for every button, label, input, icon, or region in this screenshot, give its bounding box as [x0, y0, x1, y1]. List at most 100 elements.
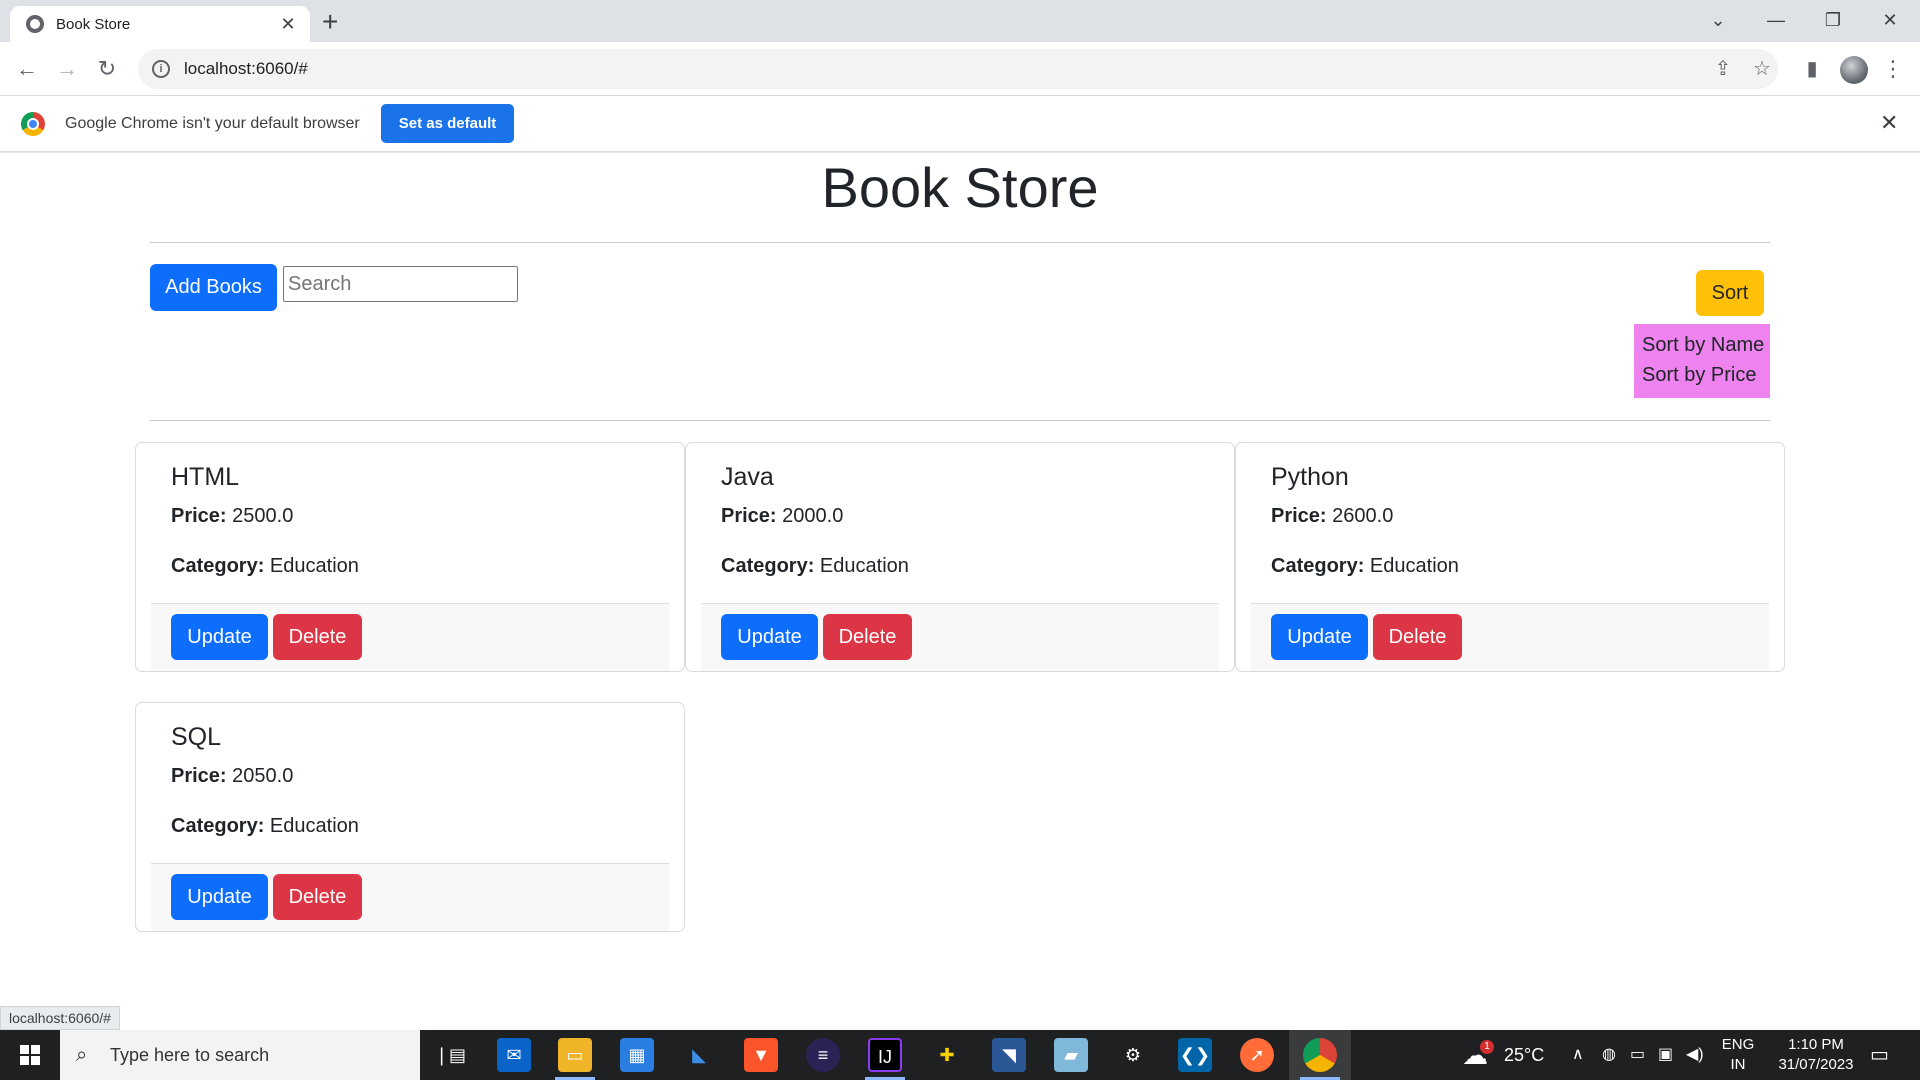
settings-gear-icon[interactable]: ⚙	[1116, 1038, 1150, 1072]
book-name: Python	[1271, 463, 1349, 491]
update-button[interactable]: Update	[171, 874, 268, 920]
search-input[interactable]: Search	[283, 266, 518, 302]
update-button[interactable]: Update	[1271, 614, 1368, 660]
book-card: HTML Price: 2500.0 Category: Education U…	[135, 442, 685, 672]
chrome-taskbar-icon[interactable]	[1303, 1038, 1337, 1072]
book-category: Category: Education	[171, 555, 359, 578]
installer-icon[interactable]: ✚	[930, 1038, 964, 1072]
close-window-button[interactable]: ✕	[1865, 0, 1915, 42]
bottom-divider	[150, 420, 1770, 421]
book-price: Price: 2600.0	[1271, 505, 1393, 528]
book-price: Price: 2000.0	[721, 505, 843, 528]
sort-button[interactable]: Sort	[1696, 270, 1764, 316]
eclipse-icon[interactable]: ≡	[806, 1038, 840, 1072]
start-button[interactable]	[0, 1030, 60, 1080]
notifications-icon[interactable]: ▭	[1870, 1030, 1889, 1080]
mysql-workbench-icon[interactable]: ◣	[682, 1038, 716, 1072]
book-price: Price: 2050.0	[171, 765, 293, 788]
card-footer: Update Delete	[151, 603, 669, 671]
chrome-logo-icon	[21, 112, 45, 136]
microsoft-store-icon[interactable]: ▦	[620, 1038, 654, 1072]
minimize-button[interactable]: —	[1751, 0, 1801, 42]
address-url: localhost:6060/#	[184, 59, 308, 78]
new-tab-button[interactable]: +	[322, 4, 338, 40]
taskbar-search-placeholder: Type here to search	[110, 1044, 270, 1065]
globe-icon	[26, 15, 44, 33]
notes-app-icon[interactable]: ▰	[1054, 1038, 1088, 1072]
add-books-button[interactable]: Add Books	[150, 264, 277, 311]
forward-arrow-icon[interactable]: →	[50, 52, 84, 86]
tab-close-icon[interactable]: ✕	[278, 14, 298, 35]
weather-cloud-icon[interactable]: ☁	[1462, 1030, 1488, 1080]
top-divider	[150, 242, 1770, 243]
taskbar-search-box[interactable]: ⌕ Type here to search	[60, 1030, 420, 1080]
share-icon[interactable]: ⇪	[1706, 52, 1740, 86]
weather-temperature[interactable]: 25°C	[1504, 1030, 1544, 1080]
delete-button[interactable]: Delete	[823, 614, 912, 660]
delete-button[interactable]: Delete	[273, 874, 362, 920]
mail-icon[interactable]: ✉	[497, 1038, 531, 1072]
brave-browser-icon[interactable]: ▼	[744, 1038, 778, 1072]
network-icon[interactable]: ▣	[1658, 1030, 1673, 1080]
show-hidden-icons-chevron-icon[interactable]: ∧	[1572, 1030, 1584, 1080]
price-value: 2600.0	[1332, 505, 1394, 527]
back-arrow-icon[interactable]: ←	[10, 52, 44, 86]
address-bar[interactable]: i localhost:6060/#	[138, 49, 1778, 89]
page-title: Book Store	[821, 156, 1099, 219]
book-name: SQL	[171, 723, 222, 751]
update-button[interactable]: Update	[171, 614, 268, 660]
bookmark-star-icon[interactable]: ☆	[1745, 52, 1779, 86]
tab-strip: Book Store ✕ + ⌄ — ❐ ✕	[0, 0, 1920, 42]
sort-by-name-option[interactable]: Sort by Name	[1642, 330, 1770, 360]
delete-button[interactable]: Delete	[1373, 614, 1462, 660]
sort-by-price-option[interactable]: Sort by Price	[1642, 360, 1770, 390]
tab-search-dropdown-icon[interactable]: ⌄	[1693, 0, 1743, 42]
infobar-message: Google Chrome isn't your default browser	[65, 115, 360, 132]
delete-button[interactable]: Delete	[273, 614, 362, 660]
price-label: Price:	[721, 505, 777, 527]
vscode-icon[interactable]: ❮❯	[1178, 1038, 1212, 1072]
tab-book-store[interactable]: Book Store ✕	[10, 6, 310, 42]
book-card: Java Price: 2000.0 Category: Education U…	[685, 442, 1235, 672]
site-info-icon[interactable]: i	[152, 60, 170, 78]
page-content: Book Store Add Books Search Sort Sort by…	[0, 153, 1920, 1030]
language-top[interactable]: ENG	[1718, 1036, 1758, 1053]
status-bar-url: localhost:6060/#	[0, 1006, 120, 1030]
battery-icon[interactable]: ▭	[1630, 1030, 1645, 1080]
windows-taskbar: ⌕ Type here to search ❘▤ ✉ ▭ ▦ ◣ ▼ ≡ IJ …	[0, 1030, 1920, 1080]
meet-now-icon[interactable]: ◍	[1602, 1030, 1616, 1080]
book-card: Python Price: 2600.0 Category: Education…	[1235, 442, 1785, 672]
clock-date[interactable]: 31/07/2023	[1762, 1056, 1870, 1073]
restore-button[interactable]: ❐	[1808, 0, 1858, 42]
update-button[interactable]: Update	[721, 614, 818, 660]
price-value: 2500.0	[232, 505, 294, 527]
postman-icon[interactable]: ➚	[1240, 1038, 1274, 1072]
task-view-icon[interactable]: ❘▤	[433, 1038, 467, 1072]
set-as-default-button[interactable]: Set as default	[381, 104, 514, 143]
side-panel-icon[interactable]: ▮	[1795, 52, 1829, 86]
profile-avatar[interactable]	[1840, 56, 1868, 84]
sql-server-icon[interactable]: ◥	[992, 1038, 1026, 1072]
category-value: Education	[269, 815, 359, 837]
category-value: Education	[819, 555, 909, 577]
price-value: 2050.0	[232, 765, 294, 787]
book-card: SQL Price: 2050.0 Category: Education Up…	[135, 702, 685, 932]
file-explorer-icon[interactable]: ▭	[558, 1038, 592, 1072]
price-label: Price:	[1271, 505, 1327, 527]
reload-icon[interactable]: ↻	[90, 52, 124, 86]
category-value: Education	[1369, 555, 1459, 577]
language-bottom[interactable]: IN	[1718, 1056, 1758, 1073]
category-label: Category:	[1271, 555, 1365, 577]
intellij-icon[interactable]: IJ	[868, 1038, 902, 1072]
book-price: Price: 2500.0	[171, 505, 293, 528]
volume-icon[interactable]: ◀)	[1686, 1030, 1704, 1080]
book-category: Category: Education	[1271, 555, 1459, 578]
card-footer: Update Delete	[1251, 603, 1769, 671]
search-icon: ⌕	[76, 1043, 88, 1066]
browser-toolbar: ← → ↻ i localhost:6060/# ⇪ ☆ ▮	[0, 42, 1920, 96]
category-label: Category:	[171, 555, 265, 577]
chrome-menu-icon[interactable]: ⋮	[1882, 52, 1904, 86]
clock-time[interactable]: 1:10 PM	[1762, 1036, 1870, 1053]
infobar-close-icon[interactable]: ✕	[1880, 110, 1898, 136]
sort-dropdown-menu: Sort by Name Sort by Price	[1634, 324, 1770, 398]
